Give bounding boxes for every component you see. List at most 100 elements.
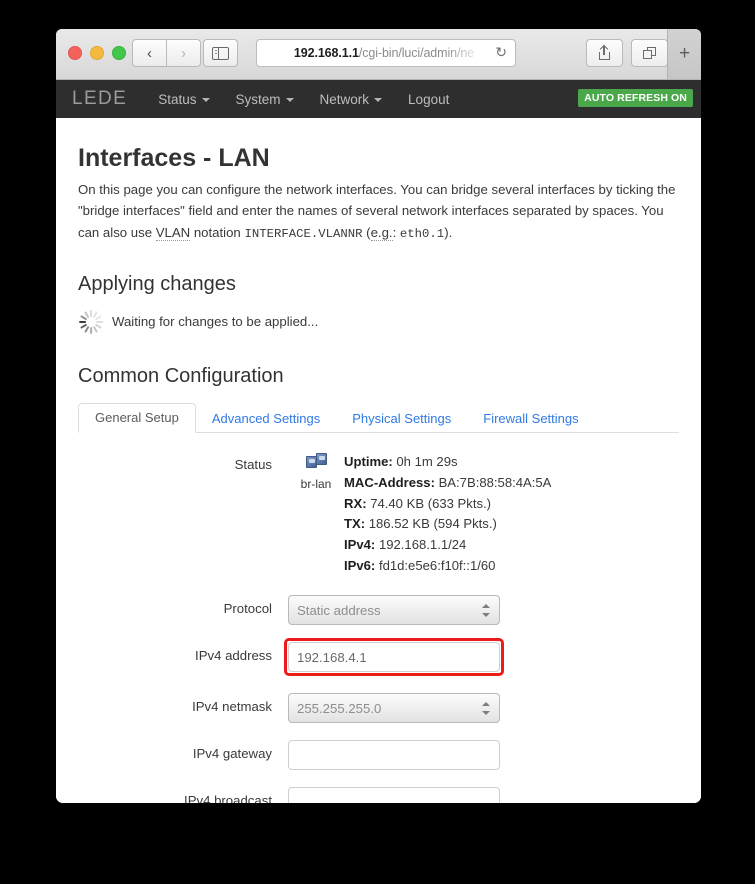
maximize-window-button[interactable] xyxy=(112,46,126,60)
chevron-left-icon: ‹ xyxy=(147,44,152,62)
address-bar-text: 192.168.1.1/cgi-bin/luci/admin/ne xyxy=(294,46,478,60)
status-details-list: Uptime: 0h 1m 29s MAC-Address: BA:7B:88:… xyxy=(344,451,551,578)
eth-code: eth0.1 xyxy=(399,226,445,241)
navbar-item-status[interactable]: Status xyxy=(145,92,222,107)
interface-vlannr-code: INTERFACE.VLANNR xyxy=(244,226,363,241)
ipv4-netmask-value: 255.255.255.0 xyxy=(297,700,382,716)
protocol-select[interactable]: Static address xyxy=(288,595,500,626)
common-configuration-heading: Common Configuration xyxy=(78,364,284,387)
status-key: IPv4: xyxy=(344,537,376,553)
status-value-text: 0h 1m 29s xyxy=(396,453,458,469)
lede-logo[interactable]: LEDE xyxy=(72,88,127,110)
share-button[interactable] xyxy=(586,39,623,67)
description-text: : xyxy=(392,224,400,240)
chevron-down-icon xyxy=(285,97,294,102)
status-label: Status xyxy=(234,456,272,472)
tab-physical-settings[interactable]: Physical Settings xyxy=(336,405,467,433)
navigation-buttons: ‹ › xyxy=(132,39,201,67)
settings-tabbar: General Setup Advanced Settings Physical… xyxy=(78,402,679,433)
plus-icon: + xyxy=(678,43,691,64)
form-row-status: Status br-lan Uptime: 0h 1m 29s MAC-Addr… xyxy=(78,451,679,578)
browser-window: ‹ › 192.168.1.1/cgi-bin/luci/admin/ne ↻ xyxy=(56,29,701,803)
chevron-right-icon: › xyxy=(181,44,186,62)
eg-abbr: e.g. xyxy=(370,224,393,241)
protocol-value: Static address xyxy=(297,602,381,618)
select-stepper-icon xyxy=(482,603,490,619)
navbar-item-label: System xyxy=(235,91,281,107)
status-key: Uptime: xyxy=(344,453,393,469)
status-key: RX: xyxy=(344,495,367,511)
ipv4-netmask-select[interactable]: 255.255.255.0 xyxy=(288,693,500,724)
sidebar-icon xyxy=(212,46,229,60)
url-host: 192.168.1.1 xyxy=(293,46,359,60)
window-controls xyxy=(68,46,126,60)
close-window-button[interactable] xyxy=(68,46,82,60)
share-icon xyxy=(599,46,610,60)
select-stepper-icon xyxy=(482,701,490,717)
navbar-item-label: Logout xyxy=(408,91,450,107)
status-detail-row: RX: 74.40 KB (633 Pkts.) xyxy=(344,494,551,515)
navbar-item-network[interactable]: Network xyxy=(307,92,396,107)
protocol-label: Protocol xyxy=(223,601,272,617)
url-path: /cgi-bin/luci/admin/ne xyxy=(358,46,475,60)
form-row-protocol: Protocol Static address xyxy=(78,595,679,626)
description-text: ). xyxy=(444,224,453,240)
back-button[interactable]: ‹ xyxy=(132,39,167,67)
navbar-menu: Status System Network Logout xyxy=(145,92,462,107)
vlan-abbr: VLAN xyxy=(155,224,191,241)
navbar-item-label: Network xyxy=(319,91,370,107)
form-row-ipv4-gateway: IPv4 gateway xyxy=(78,740,679,771)
loading-spinner-icon xyxy=(78,309,104,335)
page-description: On this page you can configure the netwo… xyxy=(78,179,679,245)
interface-name: br-lan xyxy=(300,476,332,491)
status-detail-row: IPv6: fd1d:e5e6:f10f::1/60 xyxy=(344,556,551,577)
toolbar-right-buttons xyxy=(586,39,668,67)
browser-toolbar: ‹ › 192.168.1.1/cgi-bin/luci/admin/ne ↻ xyxy=(56,29,701,80)
auto-refresh-badge[interactable]: AUTO REFRESH ON xyxy=(578,89,693,107)
ipv4-address-input[interactable]: 192.168.4.1 xyxy=(288,642,500,673)
tab-firewall-settings[interactable]: Firewall Settings xyxy=(467,405,594,433)
forward-button[interactable]: › xyxy=(167,39,201,67)
status-key: TX: xyxy=(344,516,366,532)
status-value-text: 192.168.1.1/24 xyxy=(378,537,467,553)
status-detail-row: Uptime: 0h 1m 29s xyxy=(344,452,551,473)
form-row-ipv4-address: IPv4 address 192.168.4.1 xyxy=(78,638,679,677)
sidebar-toggle-button[interactable] xyxy=(203,39,238,67)
chevron-down-icon xyxy=(201,97,210,102)
ipv4-address-value: 192.168.4.1 xyxy=(297,649,367,665)
show-tabs-button[interactable] xyxy=(631,39,668,67)
status-detail-row: IPv4: 192.168.1.1/24 xyxy=(344,535,551,556)
status-detail-row: MAC-Address: BA:7B:88:58:4A:5A xyxy=(344,473,551,494)
ipv4-broadcast-input[interactable] xyxy=(288,787,500,803)
tab-general-setup[interactable]: General Setup xyxy=(78,402,196,433)
reload-icon[interactable]: ↻ xyxy=(495,44,507,61)
applying-status-row: Waiting for changes to be applied... xyxy=(78,309,679,335)
ethernet-bridge-icon xyxy=(305,452,327,469)
tabs-icon xyxy=(643,47,656,59)
navbar-item-system[interactable]: System xyxy=(223,92,307,107)
description-text: notation xyxy=(190,224,245,240)
form-row-ipv4-netmask: IPv4 netmask 255.255.255.0 xyxy=(78,693,679,724)
description-text: ( xyxy=(362,224,371,240)
ipv4-address-highlight: 192.168.4.1 xyxy=(284,638,504,677)
status-detail-row: TX: 186.52 KB (594 Pkts.) xyxy=(344,514,551,535)
chevron-down-icon xyxy=(374,97,383,102)
navbar-item-logout[interactable]: Logout xyxy=(395,92,462,107)
new-tab-button[interactable]: + xyxy=(667,29,701,79)
page-title: Interfaces - LAN xyxy=(78,144,270,172)
navbar-item-label: Status xyxy=(158,91,197,107)
page-content: Interfaces - LAN On this page you can co… xyxy=(56,144,701,803)
tab-advanced-settings[interactable]: Advanced Settings xyxy=(196,405,336,433)
app-navbar: LEDE Status System Network Logout AUTO R… xyxy=(56,80,701,118)
minimize-window-button[interactable] xyxy=(90,46,104,60)
status-value-text: BA:7B:88:58:4A:5A xyxy=(438,474,552,490)
applying-changes-heading: Applying changes xyxy=(78,272,236,295)
interface-column: br-lan xyxy=(288,451,344,578)
status-value-text: 74.40 KB (633 Pkts.) xyxy=(370,495,492,511)
status-value-text: 186.52 KB (594 Pkts.) xyxy=(368,516,497,532)
address-bar[interactable]: 192.168.1.1/cgi-bin/luci/admin/ne ↻ xyxy=(256,39,516,67)
status-value: br-lan Uptime: 0h 1m 29s MAC-Address: BA… xyxy=(288,451,679,578)
ipv4-gateway-input[interactable] xyxy=(288,740,500,771)
form-row-ipv4-broadcast: IPv4 broadcast xyxy=(78,787,679,803)
waiting-message: Waiting for changes to be applied... xyxy=(112,314,319,330)
